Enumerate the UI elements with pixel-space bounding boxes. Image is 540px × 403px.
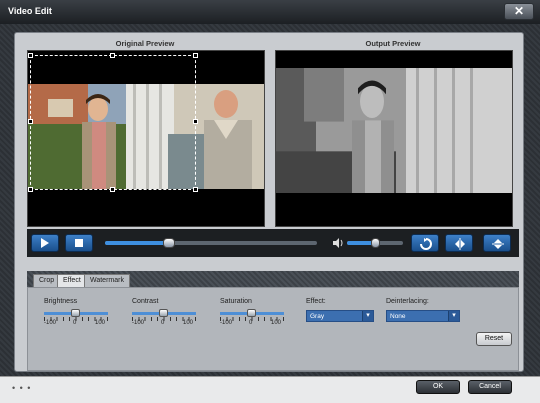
rotate-button[interactable] xyxy=(411,234,439,252)
brightness-slider-thumb[interactable] xyxy=(71,309,80,317)
crop-handle[interactable] xyxy=(110,187,115,192)
flip-horizontal-icon xyxy=(455,238,465,250)
stop-button[interactable] xyxy=(65,234,93,252)
chevron-down-icon: ▾ xyxy=(362,311,373,321)
saturation-slider-thumb[interactable] xyxy=(247,309,256,317)
reset-button[interactable]: Reset xyxy=(476,332,512,346)
play-icon xyxy=(41,238,49,248)
ok-button[interactable]: OK xyxy=(416,380,460,394)
brightness-label: Brightness xyxy=(44,298,78,305)
contrast-slider[interactable] xyxy=(132,309,196,321)
brightness-max: 100 xyxy=(95,320,106,326)
output-preview xyxy=(275,50,513,227)
flip-horizontal-button[interactable] xyxy=(445,234,473,252)
brightness-mid: 0 xyxy=(73,320,77,326)
tab-watermark[interactable]: Watermark xyxy=(84,274,130,287)
close-button[interactable]: ✕ xyxy=(504,3,534,20)
ok-button-label: OK xyxy=(432,383,444,390)
saturation-slider[interactable] xyxy=(220,309,284,321)
flip-vertical-icon xyxy=(492,239,504,249)
original-preview xyxy=(27,50,265,227)
volume-slider-thumb[interactable] xyxy=(370,238,380,248)
volume-icon[interactable] xyxy=(333,238,343,248)
window-title: Video Edit xyxy=(8,6,52,16)
saturation-max: 100 xyxy=(271,320,282,326)
brightness-min: -100 xyxy=(44,320,57,326)
rotate-icon xyxy=(420,238,432,250)
saturation-min: -100 xyxy=(220,320,233,326)
crop-handle[interactable] xyxy=(28,119,33,124)
dialog-footer: • • • OK Cancel xyxy=(0,376,540,403)
contrast-min: -100 xyxy=(132,320,145,326)
play-button[interactable] xyxy=(31,234,59,252)
brightness-slider[interactable] xyxy=(44,309,108,321)
tab-label: Watermark xyxy=(90,277,124,284)
seek-slider-fill xyxy=(105,241,169,245)
crop-handle[interactable] xyxy=(28,53,33,58)
effect-select-value: Gray xyxy=(310,313,325,320)
chevron-down-icon: ▾ xyxy=(448,311,459,321)
dialog-frame: Original Preview Output Preview Crop Eff… xyxy=(0,24,540,403)
saturation-label: Saturation xyxy=(220,298,252,305)
saturation-mid: 0 xyxy=(249,320,253,326)
contrast-mid: 0 xyxy=(161,320,165,326)
close-icon: ✕ xyxy=(513,4,525,18)
title-bar: Video Edit ✕ xyxy=(0,0,540,24)
crop-handle[interactable] xyxy=(193,53,198,58)
crop-selection-box[interactable] xyxy=(30,55,196,190)
output-video-frame xyxy=(276,68,512,193)
crop-handle[interactable] xyxy=(193,187,198,192)
stop-icon xyxy=(75,239,83,247)
crop-handle[interactable] xyxy=(110,53,115,58)
tab-label: Effect xyxy=(63,277,81,284)
contrast-max: 100 xyxy=(183,320,194,326)
volume-slider[interactable] xyxy=(347,238,403,248)
effect-label: Effect: xyxy=(306,298,326,305)
deinterlacing-label: Deinterlacing: xyxy=(386,298,429,305)
flip-vertical-button[interactable] xyxy=(483,234,511,252)
more-dots: • • • xyxy=(12,383,32,393)
tab-label: Crop xyxy=(39,277,55,284)
original-preview-label: Original Preview xyxy=(115,39,175,48)
seek-slider[interactable] xyxy=(105,238,317,248)
contrast-label: Contrast xyxy=(132,298,159,305)
tab-strip: Crop Effect Watermark xyxy=(27,271,519,287)
crop-handle[interactable] xyxy=(28,187,33,192)
reset-button-label: Reset xyxy=(484,335,504,342)
edit-panel: Original Preview Output Preview Crop Eff… xyxy=(14,32,524,372)
tab-effect[interactable]: Effect xyxy=(57,274,87,287)
seek-slider-thumb[interactable] xyxy=(163,238,175,248)
effect-select[interactable]: Gray ▾ xyxy=(306,310,374,322)
crop-handle[interactable] xyxy=(193,119,198,124)
cancel-button[interactable]: Cancel xyxy=(468,380,512,394)
contrast-slider-thumb[interactable] xyxy=(159,309,168,317)
cancel-button-label: Cancel xyxy=(479,383,501,390)
output-preview-label: Output Preview xyxy=(365,39,421,48)
deinterlacing-select[interactable]: None ▾ xyxy=(386,310,460,322)
effect-panel: Brightness -100 0 100 Contrast -100 0 10… xyxy=(27,287,519,371)
deinterlacing-select-value: None xyxy=(390,313,406,320)
playback-controls xyxy=(27,229,519,257)
